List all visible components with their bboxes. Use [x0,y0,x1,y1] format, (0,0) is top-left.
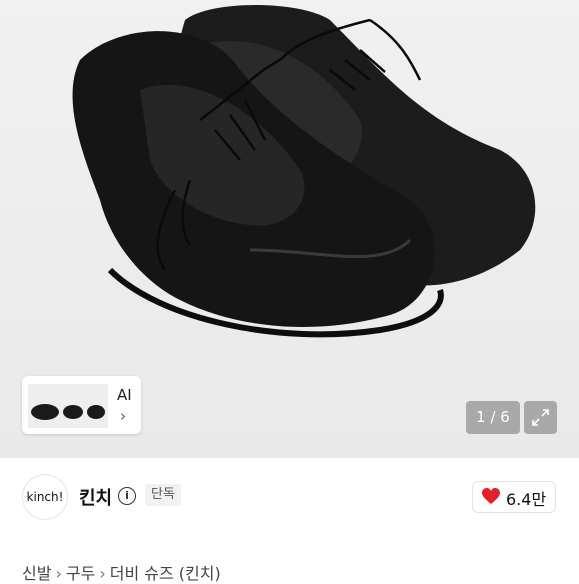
ai-label: AI [117,386,132,404]
like-count: 6.4만 [506,490,547,509]
like-button[interactable]: 6.4만 [472,481,556,513]
ai-similar-thumbnail[interactable]: AI › [22,376,141,434]
expand-button[interactable] [524,401,557,434]
breadcrumb: 신발 › 구두 › 더비 슈즈 (킨치) [22,560,225,584]
image-counter: 1 / 6 [466,401,520,434]
exclusive-badge: 단독 [145,484,181,506]
breadcrumb-separator: › [99,564,106,583]
info-icon[interactable]: i [118,487,136,505]
breadcrumb-item[interactable]: 구두 [66,564,95,583]
heart-icon [482,488,500,504]
store-avatar[interactable]: kinch! [22,474,68,520]
store-name[interactable]: 킨치 [79,484,112,510]
product-image-gallery[interactable]: AI › 1 / 6 [0,0,579,458]
breadcrumb-item[interactable]: 더비 슈즈 (킨치) [110,564,221,583]
breadcrumb-item[interactable]: 신발 [22,564,51,583]
chevron-right-icon: › [120,407,126,425]
expand-icon [532,409,549,426]
thumbnail-image [28,384,108,428]
breadcrumb-separator: › [55,564,62,583]
